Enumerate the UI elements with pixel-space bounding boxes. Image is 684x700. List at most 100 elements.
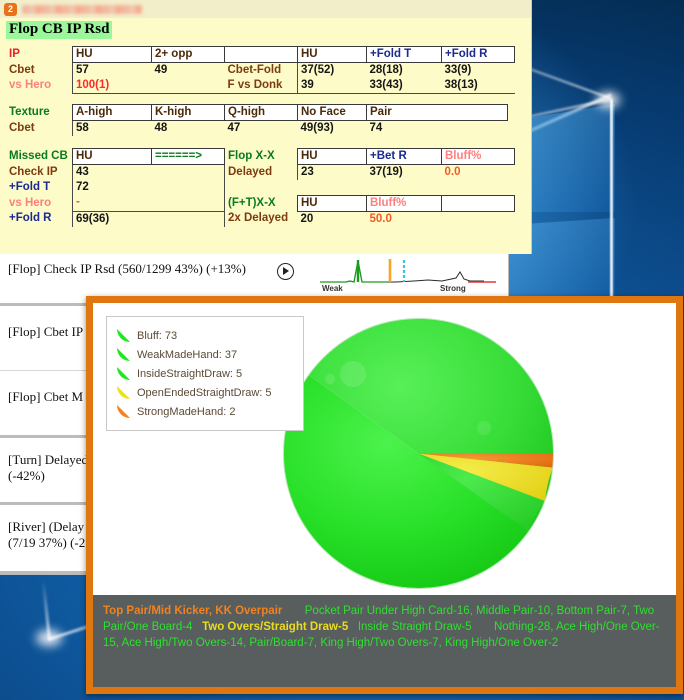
hud-title-bar[interactable]: 2 [0,0,531,18]
cell-empty-4 [298,180,367,195]
legend-swatch-insidestraightdraw [117,367,130,380]
table-row: +Fold R 69(36) 2x Delayed 20 50.0 [6,211,515,227]
sparkline-label-strong: Strong [440,284,466,293]
hud-block-ip: IP HU 2+ opp HU +Fold T +Fold R Cbet 57 … [6,46,515,94]
cell-vshero-2: - [72,195,152,212]
header-ftxx-hu: HU [297,194,367,212]
table-header-row: IP HU 2+ opp HU +Fold T +Fold R [6,46,515,63]
pie-gloss-2 [325,374,335,384]
cell-fvsdonk-hu: 39 [297,78,367,94]
cell-vshero-2opp [151,78,225,94]
legend-item[interactable]: OpenEndedStraightDraw: 5 [117,383,295,402]
cell-tex-qhigh: 47 [227,122,241,134]
redacted-player-name [22,4,142,14]
cell-cbetfold-hu: 37(52) [297,62,367,78]
legend-swatch-strongmadehand [117,405,130,418]
cell-delayed-betr: 37(19) [369,166,403,178]
hud-heading-wrap: Flop CB IP Rsd [0,18,531,39]
cell-tex-noface: 49(93) [300,122,334,134]
sparkline-label-weak: Weak [322,284,343,293]
header-hu-right: HU [297,46,367,63]
player-seat-badge: 2 [4,2,17,16]
chart-canvas: Bluff: 73 WeakMadeHand: 37 InsideStraigh… [93,303,676,603]
cell-empty-7 [151,195,225,212]
row-label-check-ip: Check IP [9,165,58,178]
table-row: vs Hero - (F+T)X-X HU Bluff% [6,194,515,212]
sparkline-svg [320,259,496,283]
cell-empty-3 [224,180,298,195]
legend-label: Bluff: 73 [137,329,178,342]
row-label-vs-hero-2: vs Hero [9,196,52,209]
cell-empty-2 [152,180,225,195]
header-arrow: ======> [151,148,225,165]
legend-item[interactable]: StrongMadeHand: 2 [117,402,295,421]
row-label-fold-t: +Fold T [9,181,51,193]
note-spacer-4 [475,621,494,633]
hand-breakdown-notes: Top Pair/Mid Kicker, KK Overpair Pocket … [93,595,676,687]
pie-gloss-1 [340,361,366,387]
cell-cbetfold-foldt: 28(18) [369,64,403,76]
cell-cbetfold-foldr: 33(9) [444,64,472,76]
header-fold-r: +Fold R [441,46,515,63]
legend-swatch-bluff [117,329,130,342]
note-top-pair: Top Pair/Mid Kicker, KK Overpair [103,605,283,617]
legend-label: StrongMadeHand: 2 [137,405,236,418]
header-hu-left: HU [72,46,152,63]
play-icon[interactable] [277,263,294,280]
sparkline-chart: Weak Strong [318,256,498,296]
hand-range-chart-window[interactable]: Bluff: 73 WeakMadeHand: 37 InsideStraigh… [86,296,683,694]
cell-fold-r: 69(36) [72,211,152,227]
cell-2xdelayed-blank [442,211,515,227]
cell-fvsdonk-foldt: 33(43) [366,78,442,94]
header-ftxx-bluff: Bluff% [366,194,442,212]
row-label-2x-delayed: 2x Delayed [224,211,298,227]
spacer-cell [224,46,298,63]
header-q-high: Q-high [224,104,298,121]
header-fold-t: +Fold T [366,46,442,63]
legend-item[interactable]: InsideStraightDraw: 5 [117,364,295,383]
cell-cbet-hu: 57 [72,62,152,78]
table-row: Cbet 58 48 47 49(93) 74 [6,120,508,136]
legend-item[interactable]: WeakMadeHand: 37 [117,345,295,364]
header-2opp: 2+ opp [151,46,225,63]
legend-label: WeakMadeHand: 37 [137,348,238,361]
table-row: vs Hero 100(1) F vs Donk 39 33(43) 38(13… [6,78,515,94]
poker-hud-popup: 2 Flop CB IP Rsd IP HU 2+ opp HU +Fold T… [0,0,532,254]
row-label-cbet-fold: Cbet-Fold [227,64,282,76]
cell-fold-t: 72 [72,180,152,195]
header-bet-r: +Bet R [366,148,442,165]
row-label-ip: IP [9,48,20,60]
legend-swatch-weakmadehand [117,348,130,361]
table-row: +Fold T 72 [6,180,515,195]
header-bluff-pct: Bluff% [441,148,515,165]
row-label-fold-r: +Fold R [9,212,52,225]
row-label-flop-xx: Flop X-X [228,150,275,162]
table-header-row: Missed CB HU ======> Flop X-X HU +Bet R … [6,148,515,165]
legend-label: OpenEndedStraightDraw: 5 [137,386,272,399]
cell-2xdelayed-bluff: 50.0 [369,212,392,225]
table-header-row: Texture A-high K-high Q-high No Face Pai… [6,104,508,121]
cell-check-ip: 43 [72,164,152,180]
row-label-cbet: Cbet [9,63,35,76]
cell-empty-1 [152,165,225,181]
cell-empty-8 [152,211,225,227]
header-flopxx-hu: HU [297,148,367,165]
legend-label: InsideStraightDraw: 5 [137,367,243,380]
legend-item[interactable]: Bluff: 73 [117,326,295,345]
pie-chart[interactable] [281,316,556,591]
row-label-ftxx: (F+T)X-X [224,195,298,211]
row-label-missed-cb: Missed CB [9,150,68,162]
cell-2xdelayed-hu: 20 [300,212,314,225]
row-label-vs-hero: vs Hero [9,79,52,92]
header-a-high: A-high [72,104,152,121]
cell-tex-pair: 74 [369,122,383,134]
note-inside-straight: Inside Straight Draw-5 [357,621,472,633]
legend-swatch-openendedstraightdraw [117,386,130,399]
row-label-texture-cbet: Cbet [9,121,35,134]
note-spacer-1 [286,605,305,617]
row-label-f-vs-donk: F vs Donk [224,78,298,94]
cell-tex-ahigh: 58 [72,120,152,136]
cell-vshero-hu: 100(1) [72,78,152,94]
hud-block-missed-cb: Missed CB HU ======> Flop X-X HU +Bet R … [6,148,515,227]
chart-legend: Bluff: 73 WeakMadeHand: 37 InsideStraigh… [106,316,304,431]
